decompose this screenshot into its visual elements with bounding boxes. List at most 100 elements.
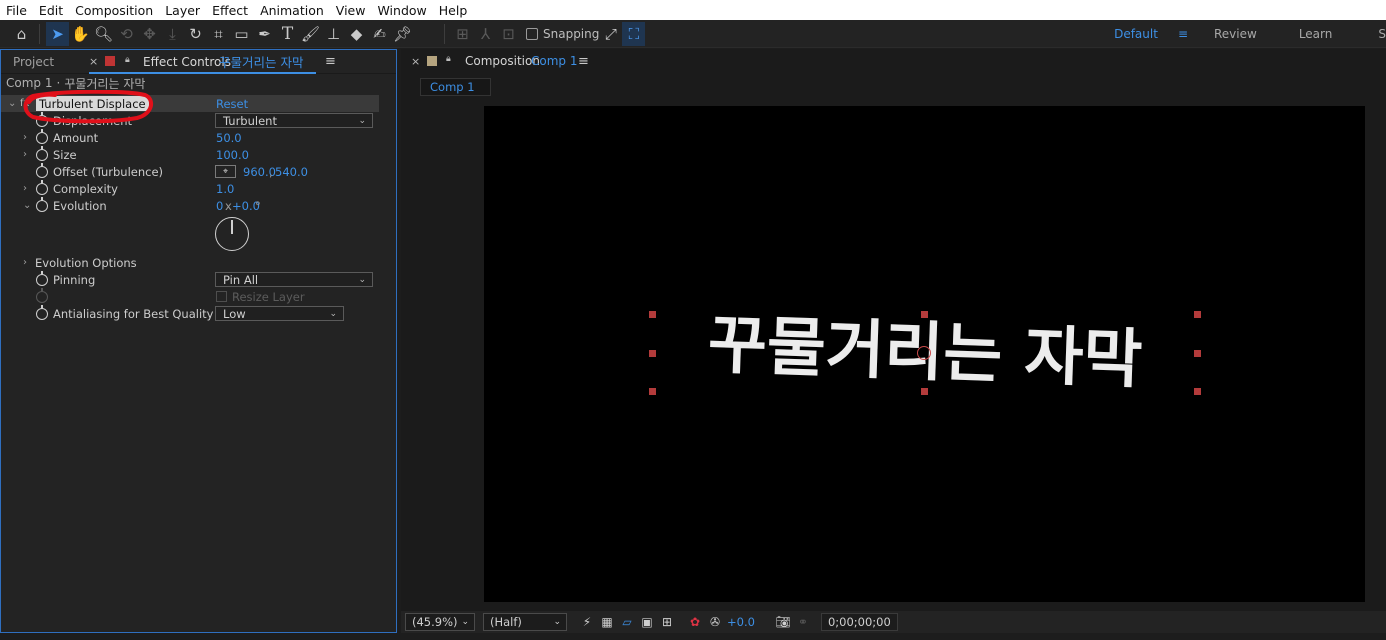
pan-behind-icon[interactable]: ⌗: [207, 22, 230, 46]
workspace-default[interactable]: Default: [1104, 27, 1168, 41]
lock-icon[interactable]: 🔒︎: [446, 54, 451, 64]
chevron-down-icon[interactable]: ⌄: [8, 98, 16, 109]
transform-handle[interactable]: [921, 388, 928, 395]
antialiasing-select[interactable]: Low ⌄: [215, 306, 344, 321]
lock-icon[interactable]: 🔒︎: [125, 55, 130, 65]
grid-guides-icon[interactable]: ⊞: [657, 615, 677, 629]
snap-edges-icon[interactable]: ⤢: [599, 22, 622, 46]
chevron-right-icon[interactable]: ›: [23, 149, 27, 160]
camera-icon[interactable]: 📷︎: [773, 615, 793, 629]
crosshair-icon[interactable]: ⌖: [215, 165, 236, 178]
roto-brush-icon[interactable]: ✍: [368, 22, 391, 46]
panel-menu-icon[interactable]: ≡: [325, 54, 336, 69]
stopwatch-icon[interactable]: [36, 196, 48, 212]
workspace-learn[interactable]: Learn: [1289, 27, 1369, 41]
chevron-right-icon[interactable]: ›: [23, 257, 27, 268]
clone-stamp-icon[interactable]: ⊥: [322, 22, 345, 46]
stopwatch-icon[interactable]: [36, 145, 48, 161]
local-axis-icon[interactable]: ⊞: [451, 22, 474, 46]
anchor-point-icon[interactable]: [917, 346, 931, 360]
offset-comma: ,: [269, 164, 273, 179]
region-of-interest-icon[interactable]: ▣: [637, 615, 657, 629]
hand-icon[interactable]: ✋: [69, 22, 92, 46]
color-channels-icon[interactable]: ✿: [685, 615, 705, 629]
menu-edit[interactable]: Edit: [33, 3, 69, 18]
panel-menu-icon[interactable]: ≡: [578, 54, 589, 69]
transparency-grid-icon[interactable]: ▦: [597, 615, 617, 629]
amount-value[interactable]: 50.0: [216, 131, 242, 145]
pan-icon[interactable]: ✥: [138, 22, 161, 46]
exposure-value[interactable]: +0.0: [727, 615, 755, 629]
menu-window[interactable]: Window: [371, 3, 432, 18]
view-axis-icon[interactable]: ⊡: [497, 22, 520, 46]
tab-layer-name[interactable]: 꾸물거리는 자막: [219, 52, 303, 71]
composition-tab-prefix[interactable]: Composition: [465, 54, 540, 68]
stopwatch-icon[interactable]: [36, 270, 48, 286]
stopwatch-icon[interactable]: [36, 162, 48, 178]
transform-handle[interactable]: [1194, 350, 1201, 357]
size-label: Size: [53, 147, 77, 162]
pen-icon[interactable]: ✒: [253, 22, 276, 46]
chevron-right-icon[interactable]: ›: [23, 132, 27, 143]
eraser-icon[interactable]: ◆: [345, 22, 368, 46]
evolution-dial[interactable]: [215, 217, 249, 251]
pinning-select[interactable]: Pin All ⌄: [215, 272, 373, 287]
stopwatch-icon[interactable]: [36, 128, 48, 144]
color-management-icon[interactable]: ✇: [705, 615, 725, 629]
close-tab-icon[interactable]: ×: [411, 55, 420, 68]
offset-y-value[interactable]: 540.0: [275, 165, 308, 179]
show-snapshot-icon[interactable]: ⚭: [793, 615, 813, 629]
displacement-select[interactable]: Turbulent ⌄: [215, 113, 373, 128]
menu-view[interactable]: View: [330, 3, 372, 18]
menu-composition[interactable]: Composition: [69, 3, 159, 18]
fast-preview-icon[interactable]: ⚡: [577, 615, 597, 629]
reset-button[interactable]: Reset: [216, 97, 248, 111]
composition-tab-name[interactable]: Comp 1: [531, 54, 577, 68]
workspace-standard[interactable]: S: [1368, 27, 1386, 41]
selection-arrow-icon[interactable]: ➤: [46, 21, 69, 46]
world-axis-icon[interactable]: ⅄: [474, 22, 497, 46]
stopwatch-icon[interactable]: [36, 179, 48, 195]
complexity-value[interactable]: 1.0: [216, 182, 234, 196]
transform-handle[interactable]: [1194, 388, 1201, 395]
snapping-toggle[interactable]: Snapping: [526, 27, 599, 41]
zoom-select[interactable]: (45.9%) ⌄: [405, 613, 475, 631]
rectangle-icon[interactable]: ▭: [230, 22, 253, 46]
menu-help[interactable]: Help: [433, 3, 474, 18]
evolution-revolutions[interactable]: 0: [216, 199, 223, 213]
size-value[interactable]: 100.0: [216, 148, 249, 162]
timecode[interactable]: 0;00;00;00: [820, 613, 898, 631]
comp-subtab[interactable]: Comp 1: [420, 78, 491, 96]
brush-icon[interactable]: 🖌︎: [299, 22, 322, 46]
tab-effect-controls[interactable]: Effect Controls: [143, 55, 231, 69]
snapping-checkbox[interactable]: [526, 27, 538, 40]
transform-handle[interactable]: [1194, 311, 1201, 318]
transform-handle[interactable]: [649, 311, 656, 318]
menu-animation[interactable]: Animation: [254, 3, 330, 18]
orbit-icon[interactable]: ⟲: [115, 22, 138, 46]
dolly-icon[interactable]: ⤓: [161, 22, 184, 46]
stopwatch-icon[interactable]: [36, 304, 48, 320]
home-icon[interactable]: ⌂: [10, 22, 33, 46]
snap-features-icon[interactable]: ⛶: [622, 21, 646, 46]
mask-visibility-icon[interactable]: ▱: [617, 615, 637, 629]
menu-layer[interactable]: Layer: [159, 3, 206, 18]
puppet-pin-icon[interactable]: 📌︎: [391, 22, 414, 46]
rotate-icon[interactable]: ↻: [184, 22, 207, 46]
chevron-down-icon: ⌄: [553, 617, 561, 627]
tab-project[interactable]: Project: [13, 55, 54, 69]
transform-handle[interactable]: [649, 388, 656, 395]
chevron-right-icon[interactable]: ›: [23, 183, 27, 194]
resolution-select[interactable]: (Half) ⌄: [483, 613, 567, 631]
transform-handle[interactable]: [921, 311, 928, 318]
transform-handle[interactable]: [649, 350, 656, 357]
zoom-icon[interactable]: 🔍︎: [92, 22, 115, 46]
workspace-review[interactable]: Review: [1198, 27, 1289, 41]
type-icon[interactable]: T: [276, 22, 299, 46]
menu-effect[interactable]: Effect: [206, 3, 254, 18]
close-tab-icon[interactable]: ×: [89, 55, 98, 68]
menu-file[interactable]: File: [0, 3, 33, 18]
composition-viewer[interactable]: 꾸물거리는 자막: [484, 106, 1365, 602]
workspace-menu-icon[interactable]: ≡: [1168, 27, 1198, 41]
chevron-down-icon[interactable]: ⌄: [23, 200, 31, 211]
